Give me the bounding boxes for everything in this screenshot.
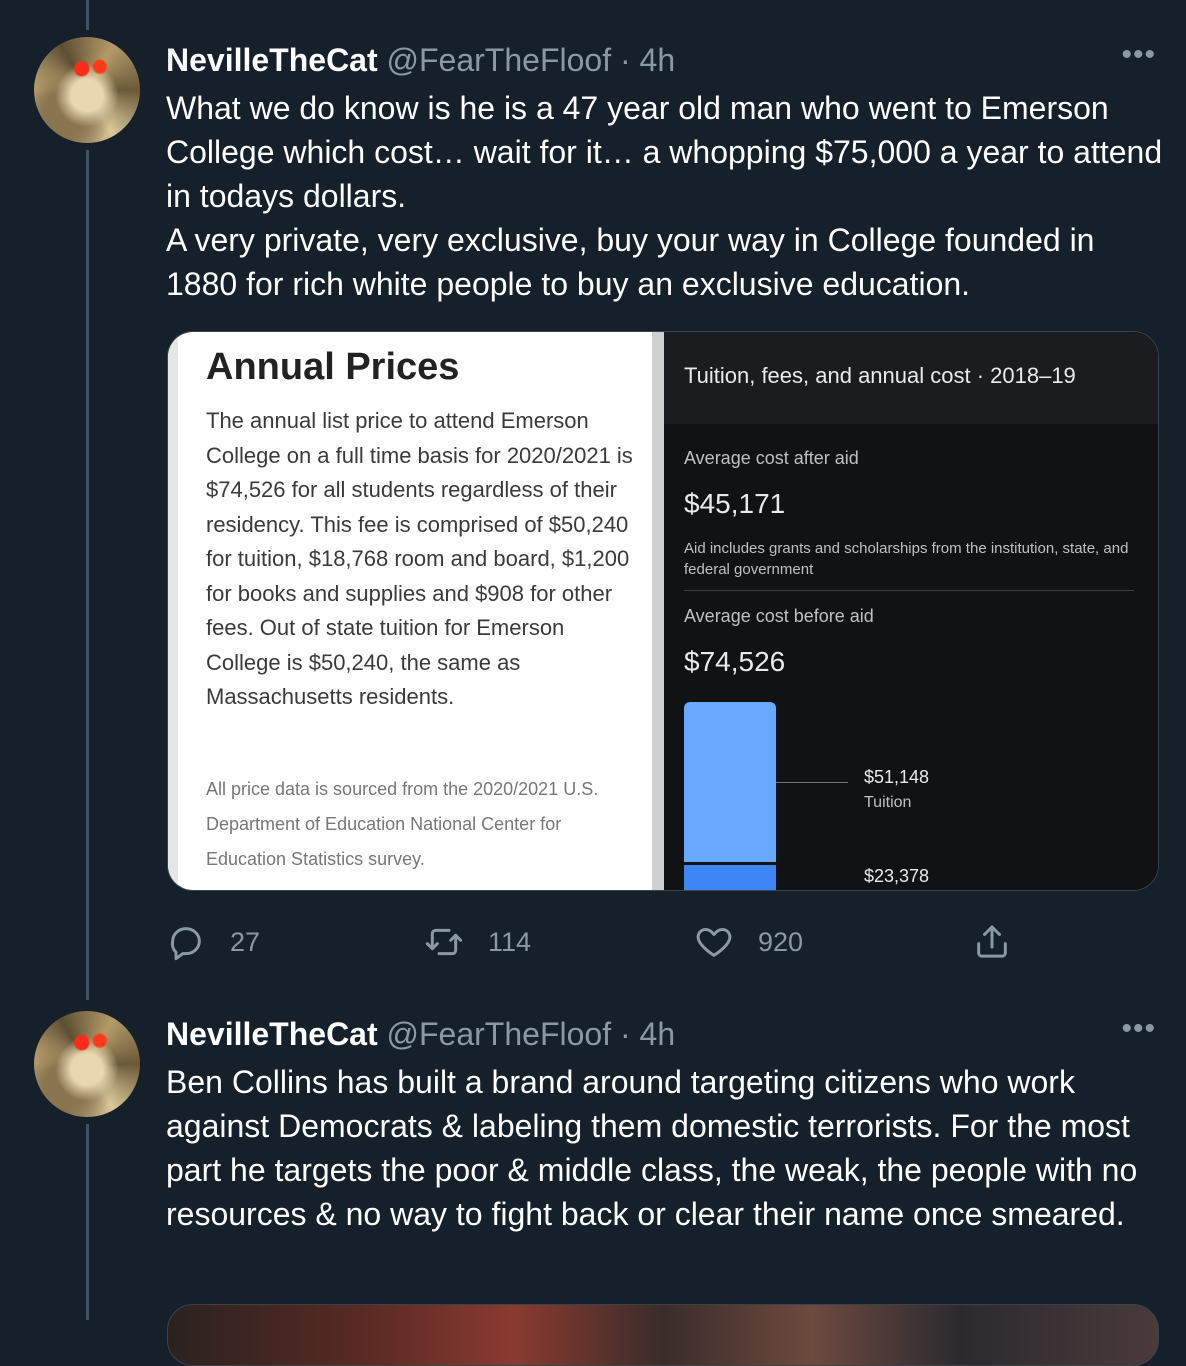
avatar[interactable]	[34, 1011, 140, 1117]
tweet-header: NevilleTheCat @FearTheFloof · 4h	[166, 40, 675, 80]
tweet-text: What we do know is he is a 47 year old m…	[166, 86, 1166, 306]
tuition-value: $51,148	[864, 767, 930, 787]
share-button[interactable]	[972, 918, 1036, 966]
after-aid-label: Average cost after aid	[684, 448, 859, 468]
retweet-count: 114	[488, 926, 532, 957]
avatar[interactable]	[34, 37, 140, 143]
leader-line	[776, 782, 848, 783]
tweet-text-line: A very private, very exclusive, buy your…	[166, 222, 1095, 302]
share-icon	[977, 925, 1007, 958]
after-aid-value: $45,171	[684, 488, 786, 519]
more-icon[interactable]: •••	[1121, 38, 1156, 72]
panel-title: Annual Prices	[206, 346, 460, 388]
tweet-text-line: Ben Collins has built a brand around tar…	[166, 1064, 1138, 1232]
handle[interactable]: @FearTheFloof	[387, 1016, 612, 1052]
timestamp[interactable]: · 4h	[620, 1016, 675, 1052]
tweet-header: NevilleTheCat @FearTheFloof · 4h	[166, 1014, 675, 1054]
like-count: 920	[758, 926, 804, 957]
handle[interactable]: @FearTheFloof	[387, 42, 612, 78]
panel-edge	[168, 332, 178, 890]
tuition-cost-panel: Tuition, fees, and annual cost · 2018–19…	[664, 332, 1158, 890]
reply-icon	[170, 927, 201, 961]
annual-prices-panel: Annual Prices The annual list price to a…	[168, 332, 652, 890]
panel-source-note: All price data is sourced from the 2020/…	[206, 779, 599, 869]
other-costs-bar	[684, 865, 776, 890]
panel-heading: Tuition, fees, and annual cost · 2018–19	[684, 363, 1076, 388]
aid-note: Aid includes grants and scholarships fro…	[684, 540, 1129, 578]
retweet-button[interactable]: 114	[424, 918, 531, 966]
thread-line-bottom	[86, 1124, 89, 1320]
tuition-label: Tuition	[864, 794, 912, 811]
reply-button[interactable]: 27	[166, 918, 260, 966]
tweet-text-line: What we do know is he is a 47 year old m…	[166, 90, 1163, 214]
other-costs-value: $23,378	[864, 866, 930, 886]
panel-header: Tuition, fees, and annual cost · 2018–19	[664, 332, 1158, 424]
like-button[interactable]: 920	[694, 918, 803, 966]
thread-line-top	[86, 0, 89, 30]
tuition-bar	[684, 702, 776, 862]
reply-count: 27	[230, 926, 261, 957]
thread-line-middle	[86, 150, 89, 1000]
tweet-text: Ben Collins has built a brand around tar…	[166, 1060, 1166, 1236]
panel-rule	[684, 590, 1134, 591]
more-icon[interactable]: •••	[1121, 1012, 1156, 1046]
tweet-media-image[interactable]	[167, 1304, 1159, 1366]
tweet-media[interactable]: Annual Prices The annual list price to a…	[167, 331, 1159, 891]
tweet-actions: 27 114 920	[166, 918, 1046, 966]
timestamp[interactable]: · 4h	[620, 42, 675, 78]
display-name[interactable]: NevilleTheCat	[166, 1016, 378, 1052]
before-aid-value: $74,526	[684, 646, 786, 677]
heart-icon	[696, 928, 732, 957]
media-divider	[652, 332, 664, 890]
retweet-icon	[425, 928, 463, 956]
display-name[interactable]: NevilleTheCat	[166, 42, 378, 78]
panel-body: The annual list price to attend Emerson …	[206, 408, 633, 709]
before-aid-label: Average cost before aid	[684, 606, 874, 626]
